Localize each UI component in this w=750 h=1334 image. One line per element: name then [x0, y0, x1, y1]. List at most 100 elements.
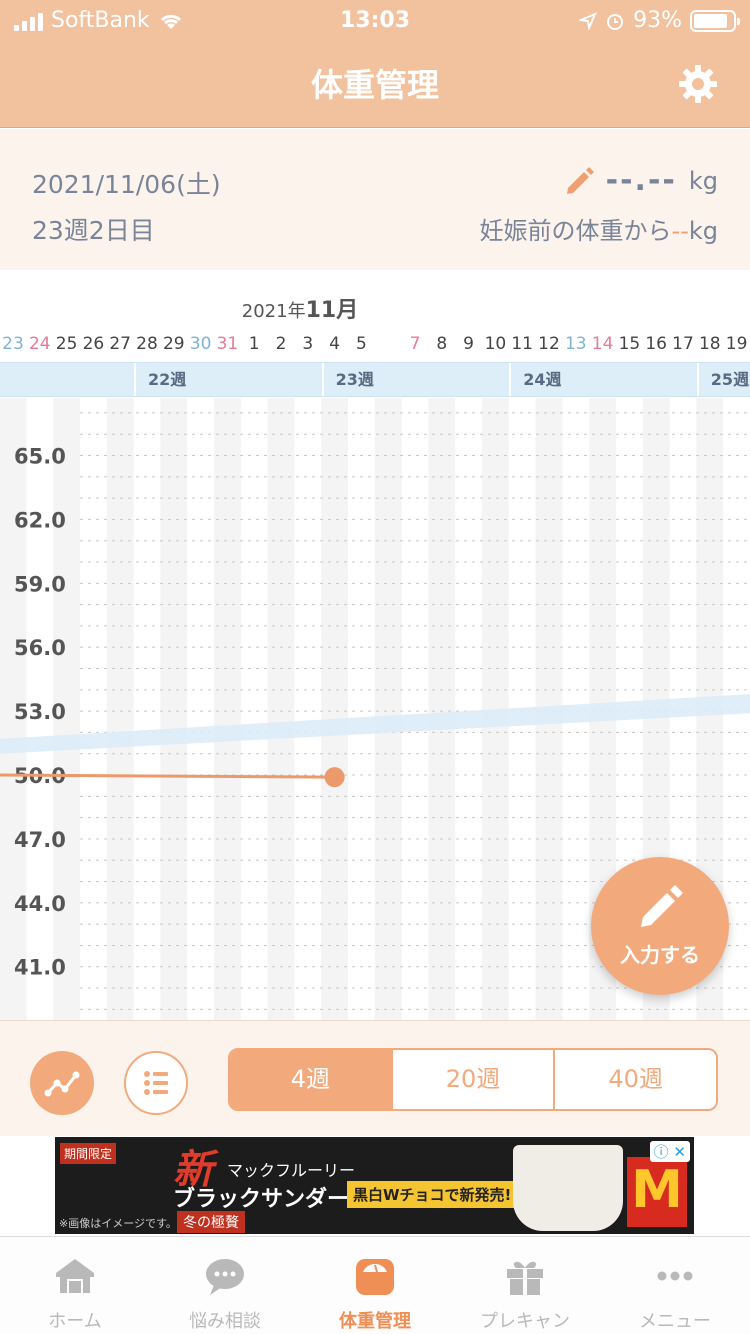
tab-consult-label: 悩み相談: [189, 1311, 261, 1332]
calendar-day[interactable]: 8: [428, 331, 455, 357]
tab-weight[interactable]: 体重管理: [300, 1237, 450, 1334]
chart-controls: 4週 20週 40週: [0, 1020, 750, 1136]
calendar-day[interactable]: 19: [723, 331, 750, 357]
y-tick-label: 56.0: [14, 636, 66, 660]
gear-icon[interactable]: [678, 64, 718, 104]
calendar-day[interactable]: 3: [294, 331, 321, 357]
calendar-day[interactable]: 26: [80, 331, 107, 357]
calendar-day[interactable]: 9: [455, 331, 482, 357]
home-icon: [56, 1259, 94, 1293]
chat-bubble-icon: [206, 1259, 244, 1295]
week-label: 23週: [321, 363, 510, 396]
current-weight[interactable]: --.-- kg: [564, 163, 718, 198]
calendar-day[interactable]: 29: [160, 331, 187, 357]
week-label: 24週: [509, 363, 697, 396]
calendar-day[interactable]: 6: [375, 331, 402, 357]
calendar-day[interactable]: 14: [589, 331, 616, 357]
weight-value: --.--: [605, 163, 677, 198]
ad-line3: 冬の極贅: [177, 1211, 245, 1233]
calendar-day[interactable]: 31: [214, 331, 241, 357]
alarm-icon: [607, 13, 624, 30]
month-value: 11月: [305, 298, 359, 323]
page-title: 体重管理: [310, 66, 439, 104]
tab-home-label: ホーム: [48, 1311, 102, 1332]
calendar-day[interactable]: 11: [509, 331, 536, 357]
calendar-day[interactable]: 10: [482, 331, 509, 357]
grid-stripe: [321, 398, 348, 1020]
grid-stripe: [428, 398, 456, 1020]
tab-precan[interactable]: プレキャン: [450, 1237, 600, 1334]
pencil-icon[interactable]: [564, 166, 594, 196]
calendar-day[interactable]: 1: [241, 331, 268, 357]
week-strip: 22週 23週 24週 25週: [0, 362, 750, 397]
calendar-day[interactable]: 17: [670, 331, 697, 357]
more-icon: [657, 1271, 693, 1281]
calendar-day[interactable]: 13: [562, 331, 589, 357]
status-right: 93%: [579, 8, 740, 33]
y-tick-label: 41.0: [14, 956, 66, 980]
y-tick-label: 53.0: [14, 700, 66, 724]
range-20-weeks[interactable]: 20週: [390, 1050, 554, 1109]
calendar-day[interactable]: 2: [268, 331, 295, 357]
calendar-day[interactable]: 7: [402, 331, 429, 357]
calendar-day[interactable]: 23: [0, 331, 27, 357]
input-fab-button[interactable]: 入力する: [591, 857, 729, 995]
ad-line1: マックフルーリー: [227, 1161, 356, 1180]
weight-summary: 2021/11/06(土) 23週2日目 --.-- kg 妊娠前の体重から--…: [0, 129, 750, 270]
current-date: 2021/11/06(土): [32, 170, 221, 199]
day-strip: 23 24 25 26 27 28 29 30 31 1 2 3 4 5 6 7 8 9 10 11 12 13 14 15 1…: [0, 331, 750, 357]
weight-diff-label: 妊娠前の体重から: [479, 217, 672, 245]
graph-view-button[interactable]: [30, 1051, 94, 1115]
ad-close-icon[interactable]: ⓘ ✕: [649, 1141, 690, 1162]
list-view-button[interactable]: [124, 1051, 188, 1115]
calendar-day[interactable]: 16: [643, 331, 670, 357]
calendar-day[interactable]: 18: [696, 331, 723, 357]
calendar-day[interactable]: 25: [53, 331, 80, 357]
calendar-day[interactable]: 30: [187, 331, 214, 357]
tab-bar: ホーム 悩み相談 体重管理 プレキャン メニュー: [0, 1236, 750, 1334]
grid-stripe: [160, 398, 188, 1020]
calendar-day[interactable]: 27: [107, 331, 134, 357]
calendar-day[interactable]: 24: [26, 331, 53, 357]
app-root: SoftBank 13:03 93% 体重管理 2021/11/06(土) 23…: [0, 0, 750, 1334]
y-tick-label: 62.0: [14, 508, 66, 532]
list-icon: [144, 1071, 168, 1095]
grid-stripe: [374, 398, 402, 1020]
tab-home[interactable]: ホーム: [0, 1237, 150, 1334]
ad-banner[interactable]: 期間限定 新 マックフルーリー ブラックサンダー 冬の極贅 ※画像はイメージです…: [55, 1137, 694, 1234]
weight-series-line: [0, 773, 335, 779]
weight-data-point: [324, 767, 345, 788]
calendar-day[interactable]: 5: [348, 331, 375, 357]
tab-consult[interactable]: 悩み相談: [150, 1237, 300, 1334]
ad-note: ※画像はイメージです。: [59, 1217, 177, 1230]
scale-icon: [356, 1259, 394, 1295]
tab-menu-label: メニュー: [639, 1311, 711, 1332]
month-label: 2021年11月: [0, 292, 600, 324]
calendar-day[interactable]: 28: [134, 331, 161, 357]
location-icon: [579, 11, 597, 30]
range-40-weeks[interactable]: 40週: [553, 1050, 716, 1109]
fab-label: 入力する: [620, 943, 700, 967]
grid-stripe: [267, 398, 295, 1020]
tab-weight-label: 体重管理: [339, 1311, 411, 1332]
range-4-weeks[interactable]: 4週: [230, 1050, 391, 1109]
pencil-icon: [641, 885, 683, 927]
header: SoftBank 13:03 93% 体重管理: [0, 0, 750, 128]
battery-percent: 93%: [633, 8, 682, 33]
ad-line2: ブラックサンダー: [173, 1187, 350, 1212]
status-bar: SoftBank 13:03 93%: [0, 0, 750, 40]
calendar-day[interactable]: 15: [616, 331, 643, 357]
week-label: 25週: [696, 363, 750, 396]
grid-stripe: [106, 398, 134, 1020]
calendar-day[interactable]: 4: [321, 331, 348, 357]
grid-stripe: [214, 398, 241, 1020]
ad-promo: 黒白Wチョコで新発売!: [347, 1181, 518, 1208]
tab-precan-label: プレキャン: [480, 1311, 570, 1332]
ad-product-image: [513, 1145, 623, 1231]
tab-menu[interactable]: メニュー: [600, 1237, 750, 1334]
week-label: 22週: [134, 363, 322, 396]
y-tick-label: 47.0: [14, 828, 66, 852]
y-tick-label: 59.0: [14, 572, 66, 596]
calendar-day[interactable]: 12: [536, 331, 563, 357]
y-tick-label: 65.0: [14, 445, 66, 469]
